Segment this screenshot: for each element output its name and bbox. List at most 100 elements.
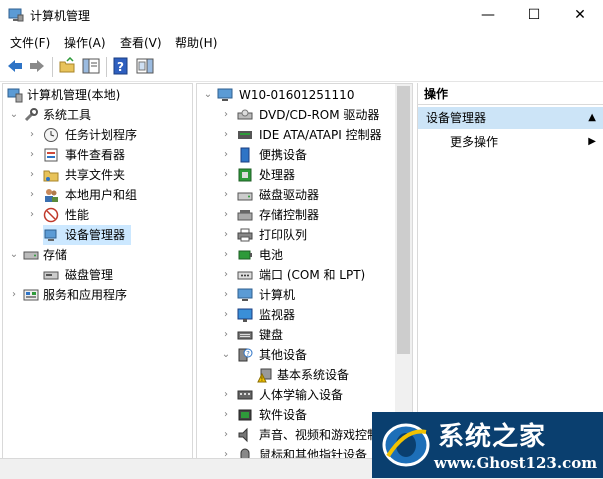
device-category-battery[interactable]: › 电池: [197, 245, 393, 265]
device-tree-root[interactable]: ⌄ W10-01601251110: [197, 85, 393, 105]
chevron-right-icon[interactable]: ›: [221, 285, 231, 305]
chevron-right-icon[interactable]: ›: [221, 405, 231, 425]
device-category-label: DVD/CD-ROM 驱动器: [259, 108, 380, 122]
chevron-right-icon[interactable]: ›: [221, 425, 231, 445]
device-category-label: 监视器: [259, 308, 296, 322]
chevron-right-icon[interactable]: ›: [27, 145, 37, 165]
device-category-software[interactable]: › 软件设备: [197, 405, 393, 425]
device-category-processor[interactable]: › 处理器: [197, 165, 393, 185]
watermark-name: 系统之家: [438, 422, 547, 452]
minimize-button[interactable]: —: [465, 0, 511, 30]
tree-item-device-manager[interactable]: 设备管理器: [43, 225, 131, 245]
maximize-button[interactable]: ☐: [511, 0, 557, 30]
chevron-right-icon[interactable]: ›: [27, 185, 37, 205]
chevron-right-icon[interactable]: ›: [221, 165, 231, 185]
tree-item-label: 本地用户和组: [65, 188, 138, 202]
tree-item-label: 存储: [43, 248, 68, 262]
tree-root-item[interactable]: 计算机管理(本地): [3, 85, 192, 105]
chevron-right-icon[interactable]: ›: [221, 145, 231, 165]
tree-item-services[interactable]: › 服务和应用程序: [3, 285, 192, 305]
chevron-right-icon[interactable]: ›: [27, 165, 37, 185]
chevron-right-icon[interactable]: ›: [221, 185, 231, 205]
chevron-right-icon[interactable]: ›: [221, 325, 231, 345]
chevron-down-icon[interactable]: ⌄: [9, 105, 19, 125]
up-folder-icon[interactable]: [58, 57, 76, 75]
collapse-up-icon[interactable]: ▲: [588, 107, 596, 129]
device-category-label: 软件设备: [259, 408, 308, 422]
tree-item-performance[interactable]: › 性能: [3, 205, 192, 225]
device-item-base-system[interactable]: ! 基本系统设备: [197, 365, 393, 385]
more-actions-item[interactable]: 更多操作 ▶: [418, 131, 603, 153]
device-category-mouse[interactable]: › 鼠标和其他指针设备: [197, 445, 393, 458]
device-category-sound[interactable]: › 声音、视频和游戏控制器: [197, 425, 393, 445]
chevron-right-icon[interactable]: ›: [221, 225, 231, 245]
device-category-print-queue[interactable]: › 打印队列: [197, 225, 393, 245]
tree-root-label: 计算机管理(本地): [27, 88, 121, 102]
device-category-portable[interactable]: › 便携设备: [197, 145, 393, 165]
forward-arrow-icon[interactable]: [28, 57, 46, 75]
menu-file[interactable]: 文件(F): [10, 34, 50, 51]
chevron-down-icon[interactable]: ⌄: [203, 85, 213, 105]
device-category-label: 端口 (COM 和 LPT): [259, 268, 366, 282]
window-title: 计算机管理: [30, 9, 91, 23]
shared-folder-icon: [43, 170, 59, 182]
tree-item-storage[interactable]: ⌄ 存储: [3, 245, 192, 265]
tree-item-system-tools[interactable]: ⌄ 系统工具: [3, 105, 192, 125]
tree-item-label: 共享文件夹: [65, 168, 126, 182]
chevron-right-icon[interactable]: ›: [221, 305, 231, 325]
chevron-down-icon[interactable]: ⌄: [221, 345, 231, 365]
tree-item-event-viewer[interactable]: › 事件查看器: [3, 145, 192, 165]
device-category-computer[interactable]: › 计算机: [197, 285, 393, 305]
device-category-dvd[interactable]: › DVD/CD-ROM 驱动器: [197, 105, 393, 125]
actions-section-device-manager[interactable]: 设备管理器 ▲: [418, 107, 603, 129]
device-category-other[interactable]: ⌄ ? 其他设备: [197, 345, 393, 365]
device-category-hid[interactable]: › 人体学输入设备: [197, 385, 393, 405]
close-button[interactable]: ✕: [557, 0, 603, 30]
chevron-right-icon[interactable]: ›: [221, 105, 231, 125]
chevron-right-icon[interactable]: ›: [9, 285, 19, 305]
title-bar: 计算机管理 — ☐ ✕: [0, 0, 603, 31]
dvd-drive-icon: [237, 109, 253, 120]
chevron-right-icon[interactable]: ›: [221, 245, 231, 265]
device-category-storage-controller[interactable]: › 存储控制器: [197, 205, 393, 225]
disk-drive-icon: [237, 192, 253, 201]
properties-pane-icon[interactable]: [136, 57, 154, 75]
vertical-scrollbar[interactable]: [395, 84, 412, 458]
battery-icon: [238, 250, 252, 260]
tree-item-disk-management[interactable]: 磁盘管理: [3, 265, 192, 285]
back-arrow-icon[interactable]: [6, 57, 24, 75]
device-category-label: 键盘: [259, 328, 284, 342]
portable-device-icon: [240, 147, 250, 163]
menu-view[interactable]: 查看(V): [120, 34, 162, 51]
chevron-right-icon[interactable]: ›: [27, 125, 37, 145]
tree-item-task-scheduler[interactable]: › 任务计划程序: [3, 125, 192, 145]
device-tree-pane[interactable]: ⌄ W10-01601251110 › DVD/CD-ROM 驱动器 › IDE…: [196, 83, 413, 459]
submenu-arrow-icon: ▶: [588, 136, 596, 147]
storage-controller-icon: [237, 210, 253, 221]
device-category-keyboard[interactable]: › 键盘: [197, 325, 393, 345]
actions-pane: 操作 设备管理器 ▲ 更多操作 ▶: [417, 83, 603, 457]
navigation-tree-pane[interactable]: 计算机管理(本地) ⌄ 系统工具 › 任务计划程序 › 事件查看器 › 共享文件…: [2, 83, 193, 459]
chevron-right-icon[interactable]: ›: [221, 125, 231, 145]
tree-item-label: 服务和应用程序: [43, 288, 128, 302]
chevron-right-icon[interactable]: ›: [221, 265, 231, 285]
tree-item-label: 任务计划程序: [65, 128, 138, 142]
chevron-down-icon[interactable]: ⌄: [9, 245, 19, 265]
tree-item-shared-folders[interactable]: › 共享文件夹: [3, 165, 192, 185]
device-category-label: 其他设备: [259, 348, 308, 362]
scrollbar-thumb[interactable]: [397, 86, 410, 354]
chevron-right-icon[interactable]: ›: [221, 445, 231, 458]
tree-item-local-users[interactable]: › 本地用户和组: [3, 185, 192, 205]
show-hide-tree-icon[interactable]: [82, 57, 100, 75]
device-category-ide[interactable]: › IDE ATA/ATAPI 控制器: [197, 125, 393, 145]
chevron-right-icon[interactable]: ›: [221, 205, 231, 225]
device-category-monitor[interactable]: › 监视器: [197, 305, 393, 325]
help-icon[interactable]: ?: [112, 57, 130, 75]
device-category-ports[interactable]: › 端口 (COM 和 LPT): [197, 265, 393, 285]
menu-help[interactable]: 帮助(H): [175, 34, 217, 51]
menu-action[interactable]: 操作(A): [64, 34, 106, 51]
chevron-right-icon[interactable]: ›: [221, 385, 231, 405]
computer-management-icon: [7, 88, 23, 103]
device-category-disk[interactable]: › 磁盘驱动器: [197, 185, 393, 205]
chevron-right-icon[interactable]: ›: [27, 205, 37, 225]
